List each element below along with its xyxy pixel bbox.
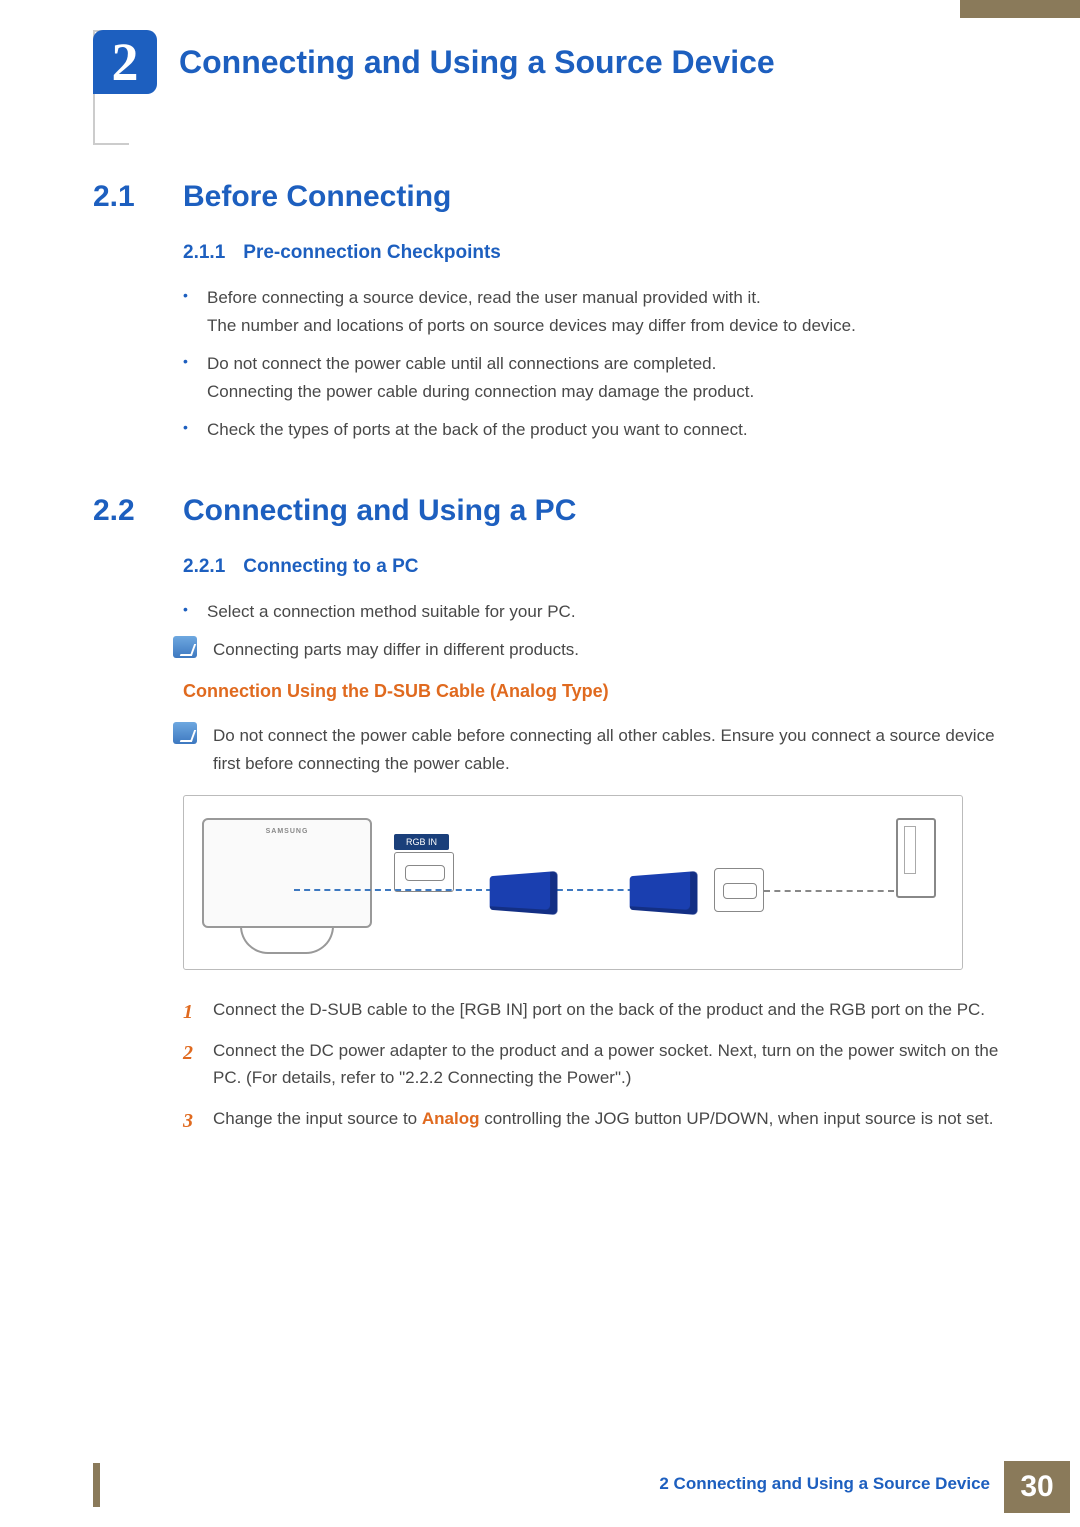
- chapter-number-badge: 2: [93, 30, 157, 94]
- dsub-connector-icon: [490, 871, 558, 915]
- checkpoints-list: Before connecting a source device, read …: [183, 284, 1005, 444]
- section-2-1-heading: 2.1 Before Connecting: [93, 180, 1005, 214]
- header-accent-bar: [960, 0, 1080, 18]
- step-text: Connect the D-SUB cable to the [RGB IN] …: [213, 1000, 985, 1019]
- step-number: 1: [183, 996, 193, 1028]
- note-text: Do not connect the power cable before co…: [213, 722, 1005, 776]
- steps-list: 1 Connect the D-SUB cable to the [RGB IN…: [183, 996, 1005, 1133]
- step-number: 3: [183, 1105, 193, 1137]
- section-2-2-heading: 2.2 Connecting and Using a PC: [93, 494, 1005, 528]
- note-icon: [173, 722, 197, 744]
- subsection-title: Pre-connection Checkpoints: [243, 242, 501, 264]
- cable-line: [294, 889, 664, 891]
- chapter-title: Connecting and Using a Source Device: [179, 44, 775, 81]
- guide-line: [764, 890, 894, 892]
- step-item: 1 Connect the D-SUB cable to the [RGB IN…: [183, 996, 1005, 1023]
- dsub-connector-icon: [630, 871, 698, 915]
- note-block: Do not connect the power cable before co…: [173, 722, 1005, 776]
- page-footer: 2 Connecting and Using a Source Device 3…: [0, 1461, 1080, 1527]
- list-item: Select a connection method suitable for …: [183, 598, 1005, 626]
- section-title: Before Connecting: [183, 180, 451, 214]
- step-text: Change the input source to: [213, 1109, 422, 1128]
- connection-method-heading: Connection Using the D-SUB Cable (Analog…: [183, 681, 1005, 702]
- step-number: 2: [183, 1037, 193, 1069]
- pc-port-icon: [714, 868, 764, 912]
- note-text: Connecting parts may differ in different…: [213, 636, 1005, 663]
- step-text: Connect the DC power adapter to the prod…: [213, 1041, 998, 1087]
- note-icon: [173, 636, 197, 658]
- section-title: Connecting and Using a PC: [183, 494, 576, 528]
- keyword-analog: Analog: [422, 1109, 480, 1128]
- step-item: 3 Change the input source to Analog cont…: [183, 1105, 1005, 1132]
- step-item: 2 Connect the DC power adapter to the pr…: [183, 1037, 1005, 1091]
- section-number: 2.1: [93, 180, 149, 214]
- section-number: 2.2: [93, 494, 149, 528]
- subsection-2-2-1-heading: 2.2.1 Connecting to a PC: [183, 556, 1005, 578]
- subsection-number: 2.1.1: [183, 242, 225, 264]
- note-block: Connecting parts may differ in different…: [173, 636, 1005, 663]
- monitor-port-icon: [394, 852, 454, 892]
- subsection-2-1-1-heading: 2.1.1 Pre-connection Checkpoints: [183, 242, 1005, 264]
- monitor-icon: SAMSUNG: [202, 818, 372, 928]
- list-item: Do not connect the power cable until all…: [183, 350, 1005, 406]
- subsection-number: 2.2.1: [183, 556, 225, 578]
- subsection-title: Connecting to a PC: [243, 556, 418, 578]
- step-text: controlling the JOG button UP/DOWN, when…: [479, 1109, 993, 1128]
- connection-diagram: SAMSUNG RGB IN: [183, 795, 963, 970]
- rgb-in-port-label: RGB IN: [394, 834, 449, 850]
- page-content: 2.1 Before Connecting 2.1.1 Pre-connecti…: [93, 180, 1005, 1147]
- list-item: Before connecting a source device, read …: [183, 284, 1005, 340]
- chapter-header: 2 Connecting and Using a Source Device: [93, 30, 775, 94]
- list-item: Check the types of ports at the back of …: [183, 416, 1005, 444]
- page-number: 30: [1004, 1461, 1070, 1513]
- pc-tower-icon: [896, 818, 936, 898]
- footer-chapter-label: 2 Connecting and Using a Source Device: [659, 1474, 1004, 1514]
- monitor-brand-label: SAMSUNG: [266, 828, 309, 835]
- method-list: Select a connection method suitable for …: [183, 598, 1005, 626]
